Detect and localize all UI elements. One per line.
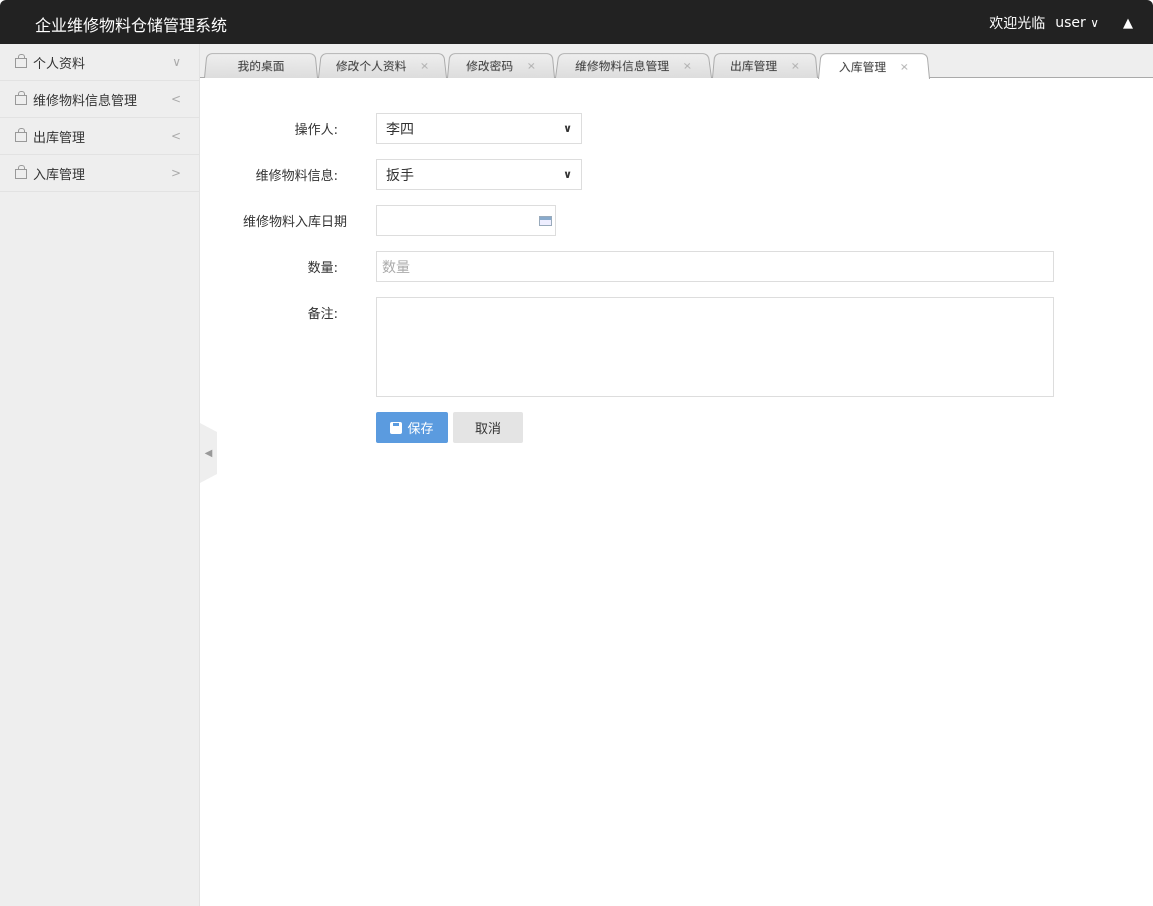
- date-label: 维修物料入库日期: [243, 211, 347, 230]
- tab-label: 入库管理: [839, 58, 887, 74]
- bag-icon: [15, 58, 27, 68]
- skin-shirt-icon[interactable]: ▲: [1123, 16, 1133, 31]
- material-value: 扳手: [386, 165, 414, 185]
- chevron-down-icon: ∨: [563, 122, 572, 135]
- chevron-right-icon: >: [171, 166, 181, 180]
- bag-icon: [15, 132, 27, 142]
- tab-label: 我的桌面: [237, 58, 285, 74]
- quantity-input[interactable]: 数量: [376, 251, 1054, 282]
- tab-desktop[interactable]: 我的桌面: [204, 53, 318, 78]
- tab-material-info[interactable]: 维修物料信息管理 ×: [555, 53, 712, 78]
- quantity-placeholder: 数量: [382, 257, 410, 277]
- sidebar: 个人资料 ∨ 维修物料信息管理 < 出库管理 < 入库管理 >: [0, 44, 200, 906]
- cancel-button[interactable]: 取消: [453, 412, 523, 443]
- sidebar-item-inbound[interactable]: 入库管理 >: [0, 155, 199, 192]
- tab-label: 出库管理: [730, 58, 778, 74]
- sidebar-item-material-info[interactable]: 维修物料信息管理 <: [0, 81, 199, 118]
- close-icon[interactable]: ×: [682, 60, 692, 72]
- tab-inbound[interactable]: 入库管理 ×: [818, 53, 930, 79]
- user-menu[interactable]: user ∨: [1055, 15, 1099, 31]
- app-title: 企业维修物料仓储管理系统: [35, 12, 227, 36]
- caret-left-icon: ◀: [205, 448, 213, 459]
- sidebar-item-outbound[interactable]: 出库管理 <: [0, 118, 199, 155]
- operator-label: 操作人:: [295, 119, 338, 138]
- note-label: 备注:: [308, 303, 338, 322]
- close-icon[interactable]: ×: [791, 60, 801, 72]
- sidebar-item-label: 入库管理: [33, 164, 85, 183]
- bag-icon: [15, 169, 27, 179]
- sidebar-item-label: 出库管理: [33, 127, 85, 146]
- chevron-left-icon: <: [171, 129, 181, 143]
- calendar-icon[interactable]: [539, 216, 552, 226]
- tab-label: 维修物料信息管理: [574, 58, 669, 74]
- tab-change-password[interactable]: 修改密码 ×: [447, 53, 555, 78]
- chevron-down-icon: ∨: [563, 168, 572, 181]
- sidebar-item-label: 维修物料信息管理: [33, 90, 137, 109]
- tab-outbound[interactable]: 出库管理 ×: [712, 53, 818, 78]
- sidebar-collapse-button[interactable]: ◀: [200, 423, 217, 483]
- sidebar-item-profile[interactable]: 个人资料 ∨: [0, 44, 199, 81]
- chevron-down-icon: ∨: [1090, 16, 1099, 30]
- save-label: 保存: [407, 418, 433, 437]
- close-icon[interactable]: ×: [900, 60, 910, 72]
- top-header: 企业维修物料仓储管理系统 欢迎光临 user ∨ ▲: [0, 0, 1153, 44]
- save-button[interactable]: 保存: [376, 412, 448, 443]
- tab-bar: 我的桌面 修改个人资料 × 修改密码 × 维修物料信息管理 × 出库管理 × 入库管理 ×: [200, 44, 1153, 78]
- material-label: 维修物料信息:: [256, 165, 338, 184]
- tab-label: 修改个人资料: [335, 58, 407, 74]
- note-textarea[interactable]: [376, 297, 1054, 397]
- tab-label: 修改密码: [466, 58, 514, 74]
- material-select[interactable]: 扳手 ∨: [376, 159, 582, 190]
- operator-value: 李四: [386, 119, 414, 139]
- bag-icon: [15, 95, 27, 105]
- save-icon: [390, 422, 402, 434]
- user-name: user: [1055, 15, 1086, 31]
- tab-edit-profile[interactable]: 修改个人资料 ×: [318, 53, 447, 78]
- quantity-label: 数量:: [308, 257, 338, 276]
- welcome-text: 欢迎光临: [989, 13, 1045, 33]
- close-icon[interactable]: ×: [420, 60, 430, 72]
- operator-select[interactable]: 李四 ∨: [376, 113, 582, 144]
- sidebar-item-label: 个人资料: [33, 53, 85, 72]
- close-icon[interactable]: ×: [527, 60, 537, 72]
- date-input[interactable]: [376, 205, 556, 236]
- chevron-down-icon: ∨: [172, 55, 181, 69]
- chevron-left-icon: <: [171, 92, 181, 106]
